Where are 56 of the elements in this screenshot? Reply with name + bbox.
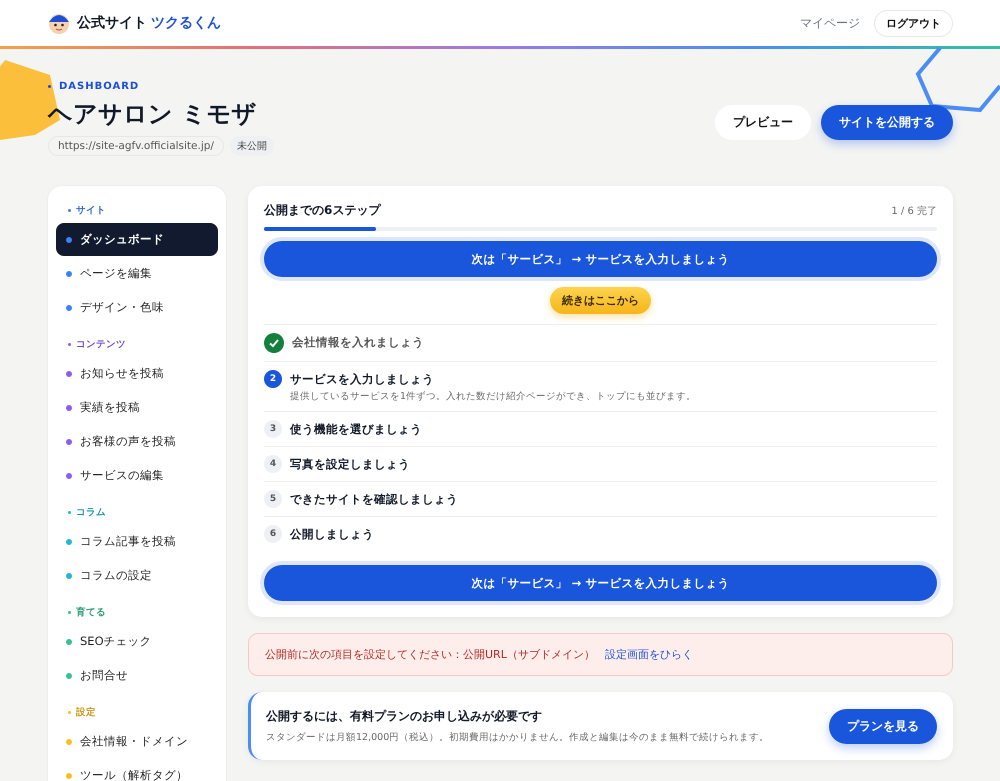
site-url: https://site-agfv.officialsite.jp/ xyxy=(48,136,224,156)
mypage-link[interactable]: マイページ xyxy=(800,14,860,32)
sidebar-item[interactable]: コラム記事を投稿 xyxy=(56,525,218,558)
bullet-dot xyxy=(68,611,71,614)
next-step-button[interactable]: 次は「サービス」 → サービスを入力しましょう xyxy=(264,565,937,601)
publish-button[interactable]: サイトを公開する xyxy=(821,105,953,140)
sidebar-item[interactable]: サービスの編集 xyxy=(56,459,218,492)
preview-button[interactable]: プレビュー xyxy=(715,105,811,140)
bullet-dot xyxy=(68,343,71,346)
step-label: できたサイトを確認しましょう xyxy=(290,492,458,507)
group-label: 設定 xyxy=(76,706,96,719)
step-label: 写真を設定しましょう xyxy=(290,457,410,472)
step-label: サービスを入力しましょう xyxy=(290,372,435,387)
sidebar-item[interactable]: コラムの設定 xyxy=(56,559,218,592)
sidebar-item[interactable]: 会社情報・ドメイン xyxy=(56,725,218,758)
step-number: 5 xyxy=(264,490,282,508)
next-step-button[interactable]: 次は「サービス」 → サービスを入力しましょう xyxy=(264,241,937,277)
sidebar-item[interactable]: 実績を投稿 xyxy=(56,391,218,424)
group-label: コンテンツ xyxy=(76,338,126,351)
group-label: サイト xyxy=(76,204,106,217)
bullet-dot xyxy=(68,209,71,212)
step-number: 3 xyxy=(264,420,282,438)
bullet-dot xyxy=(68,511,71,514)
step-label: 会社情報を入れましょう xyxy=(292,335,424,350)
sidebar-item[interactable]: お知らせを投稿 xyxy=(56,357,218,390)
progress-text: 1 / 6 完了 xyxy=(891,204,937,218)
sidebar-item[interactable]: デザイン・色味 xyxy=(56,291,218,324)
logout-button[interactable]: ログアウト xyxy=(874,10,953,36)
sidebar-item[interactable]: ダッシュボード xyxy=(56,223,218,256)
sidebar-item[interactable]: ページを編集 xyxy=(56,257,218,290)
step-description: 提供しているサービスを1件ずつ。入れた数だけ紹介ページができ、トップにも並びます。 xyxy=(290,390,696,403)
plan-title: 公開するには、有料プランのお申し込みが必要です xyxy=(266,708,543,725)
brand-name: 公式サイト xyxy=(77,14,147,32)
mascot-icon xyxy=(47,11,71,35)
step-number: 2 xyxy=(264,370,282,388)
sidebar-item[interactable]: お問合せ xyxy=(56,659,218,692)
group-label: 育てる xyxy=(76,606,106,619)
bullet-dot xyxy=(48,85,51,88)
step-number: 6 xyxy=(264,525,282,543)
bullet-dot xyxy=(68,711,71,714)
step-number: 4 xyxy=(264,455,282,473)
settings-link[interactable]: 設定画面をひらく xyxy=(604,647,693,662)
plan-description: スタンダードは月額12,000円（税込）。初期費用はかかりません。作成と編集は今のまま無料で続けられます。 xyxy=(266,731,770,744)
card-title: 公開までの6ステップ xyxy=(264,202,380,219)
callout-badge: 続きはここから xyxy=(550,287,651,314)
step-label: 使う機能を選びましょう xyxy=(290,422,422,437)
sidebar-item[interactable]: お客様の声を投稿 xyxy=(56,425,218,458)
sidebar-item[interactable]: SEOチェック xyxy=(56,625,218,658)
status-badge: 未公開 xyxy=(230,136,274,156)
section-label: DASHBOARD xyxy=(59,81,140,92)
step-label: 公開しましょう xyxy=(290,527,374,542)
alert-message: 公開前に次の項目を設定してください：公開URL（サブドメイン） xyxy=(265,647,595,662)
brand-name-accent: ツクるくん xyxy=(151,14,221,32)
view-plans-button[interactable]: プランを見る xyxy=(829,708,937,744)
group-label: コラム xyxy=(76,506,106,519)
sidebar-item[interactable]: ツール（解析タグ） xyxy=(56,759,218,781)
